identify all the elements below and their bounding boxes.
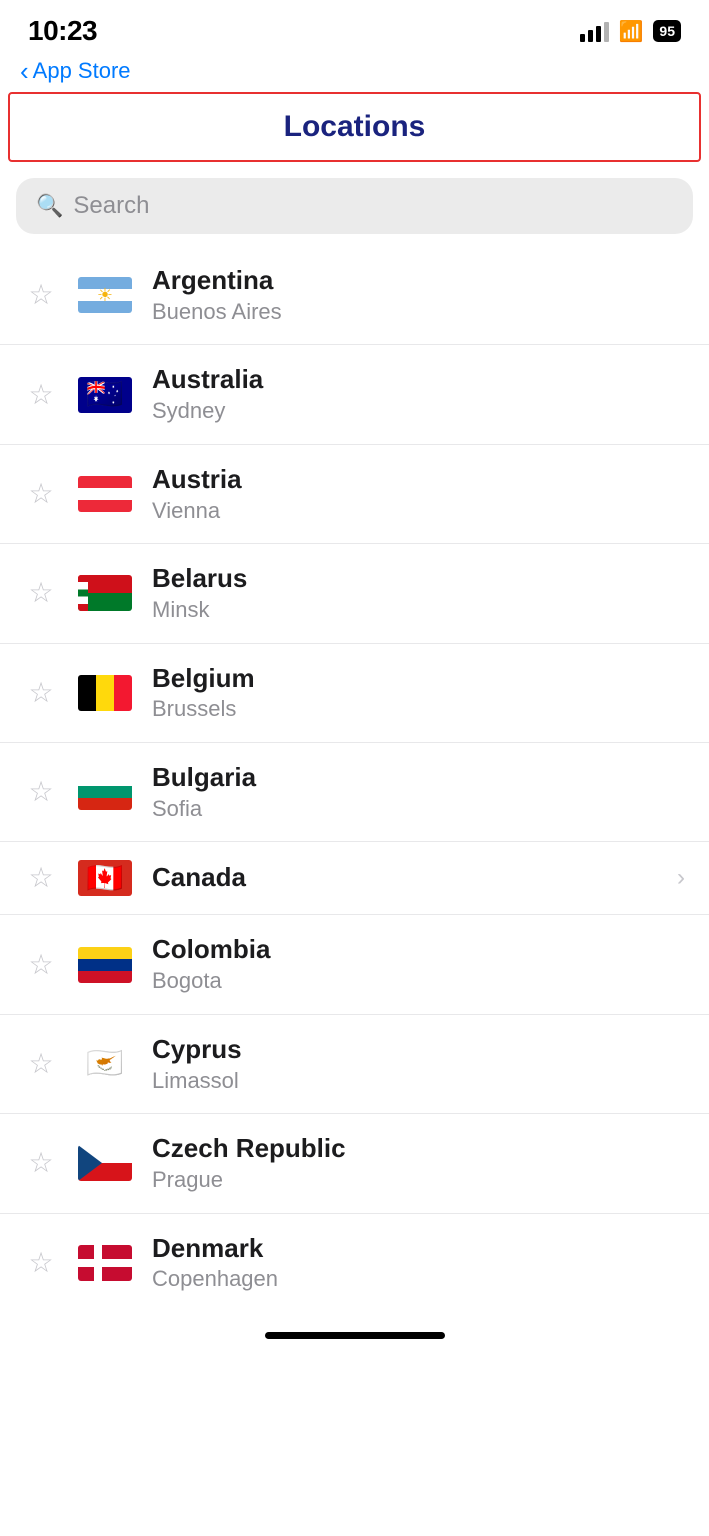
list-item[interactable]: ☆ Bulgaria Sofia (0, 743, 709, 842)
location-city: Limassol (152, 1067, 685, 1096)
location-name: Belgium (152, 662, 685, 696)
location-list: ☆ Argentina Buenos Aires ☆ Australia Syd… (0, 246, 709, 1312)
list-item[interactable]: ☆ Australia Sydney (0, 345, 709, 444)
list-item[interactable]: ☆ Belgium Brussels (0, 644, 709, 743)
status-icons: 📶 95 (580, 19, 681, 44)
location-info: Colombia Bogota (152, 933, 685, 995)
search-bar[interactable]: 🔍 Search (16, 178, 693, 234)
location-info: Austria Vienna (152, 463, 685, 525)
location-info: Australia Sydney (152, 363, 685, 425)
location-info: Belgium Brussels (152, 662, 685, 724)
list-item[interactable]: ☆ Canada › (0, 842, 709, 915)
location-city: Buenos Aires (152, 298, 685, 327)
list-item[interactable]: ☆ Austria Vienna (0, 445, 709, 544)
home-indicator (0, 1312, 709, 1349)
location-city: Copenhagen (152, 1265, 685, 1294)
status-bar: 10:23 📶 95 (0, 0, 709, 54)
location-city: Sydney (152, 397, 685, 426)
search-container: 🔍 Search (0, 162, 709, 246)
search-icon: 🔍 (36, 193, 63, 219)
location-name: Cyprus (152, 1033, 685, 1067)
location-name: Colombia (152, 933, 685, 967)
favorite-star-icon[interactable]: ☆ (24, 1249, 58, 1277)
location-name: Australia (152, 363, 685, 397)
favorite-star-icon[interactable]: ☆ (24, 480, 58, 508)
location-name: Denmark (152, 1232, 685, 1266)
location-info: Denmark Copenhagen (152, 1232, 685, 1294)
favorite-star-icon[interactable]: ☆ (24, 864, 58, 892)
favorite-star-icon[interactable]: ☆ (24, 679, 58, 707)
back-chevron-icon: ‹ (20, 58, 29, 84)
favorite-star-icon[interactable]: ☆ (24, 1050, 58, 1078)
page-title: Locations (284, 110, 426, 144)
favorite-star-icon[interactable]: ☆ (24, 579, 58, 607)
location-name: Austria (152, 463, 685, 497)
location-name: Czech Republic (152, 1132, 685, 1166)
location-name: Belarus (152, 562, 685, 596)
list-item[interactable]: ☆ Argentina Buenos Aires (0, 246, 709, 345)
location-city: Vienna (152, 497, 685, 526)
list-item[interactable]: ☆ Colombia Bogota (0, 915, 709, 1014)
location-city: Sofia (152, 795, 685, 824)
navigation-bar: Locations (8, 92, 701, 162)
favorite-star-icon[interactable]: ☆ (24, 381, 58, 409)
favorite-star-icon[interactable]: ☆ (24, 778, 58, 806)
favorite-star-icon[interactable]: ☆ (24, 951, 58, 979)
location-city: Minsk (152, 596, 685, 625)
location-info: Bulgaria Sofia (152, 761, 685, 823)
location-city: Bogota (152, 967, 685, 996)
location-info: Argentina Buenos Aires (152, 264, 685, 326)
location-info: Czech Republic Prague (152, 1132, 685, 1194)
list-item[interactable]: ☆ Belarus Minsk (0, 544, 709, 643)
location-info: Belarus Minsk (152, 562, 685, 624)
chevron-right-icon: › (677, 864, 685, 892)
list-item[interactable]: ☆ Cyprus Limassol (0, 1015, 709, 1114)
location-name: Canada (152, 861, 657, 895)
favorite-star-icon[interactable]: ☆ (24, 281, 58, 309)
home-bar (265, 1332, 445, 1339)
location-info: Canada (152, 861, 657, 895)
search-placeholder: Search (73, 192, 149, 220)
back-navigation[interactable]: ‹ App Store (0, 54, 709, 92)
battery-level: 95 (653, 20, 681, 42)
location-name: Argentina (152, 264, 685, 298)
list-item[interactable]: ☆ Czech Republic Prague (0, 1114, 709, 1213)
back-label: App Store (33, 58, 131, 84)
list-item[interactable]: ☆ Denmark Copenhagen (0, 1214, 709, 1312)
location-city: Brussels (152, 695, 685, 724)
status-time: 10:23 (28, 15, 97, 47)
location-city: Prague (152, 1166, 685, 1195)
location-info: Cyprus Limassol (152, 1033, 685, 1095)
battery-icon: 95 (653, 20, 681, 42)
favorite-star-icon[interactable]: ☆ (24, 1149, 58, 1177)
location-name: Bulgaria (152, 761, 685, 795)
wifi-icon: 📶 (619, 19, 644, 44)
signal-icon (580, 20, 609, 42)
